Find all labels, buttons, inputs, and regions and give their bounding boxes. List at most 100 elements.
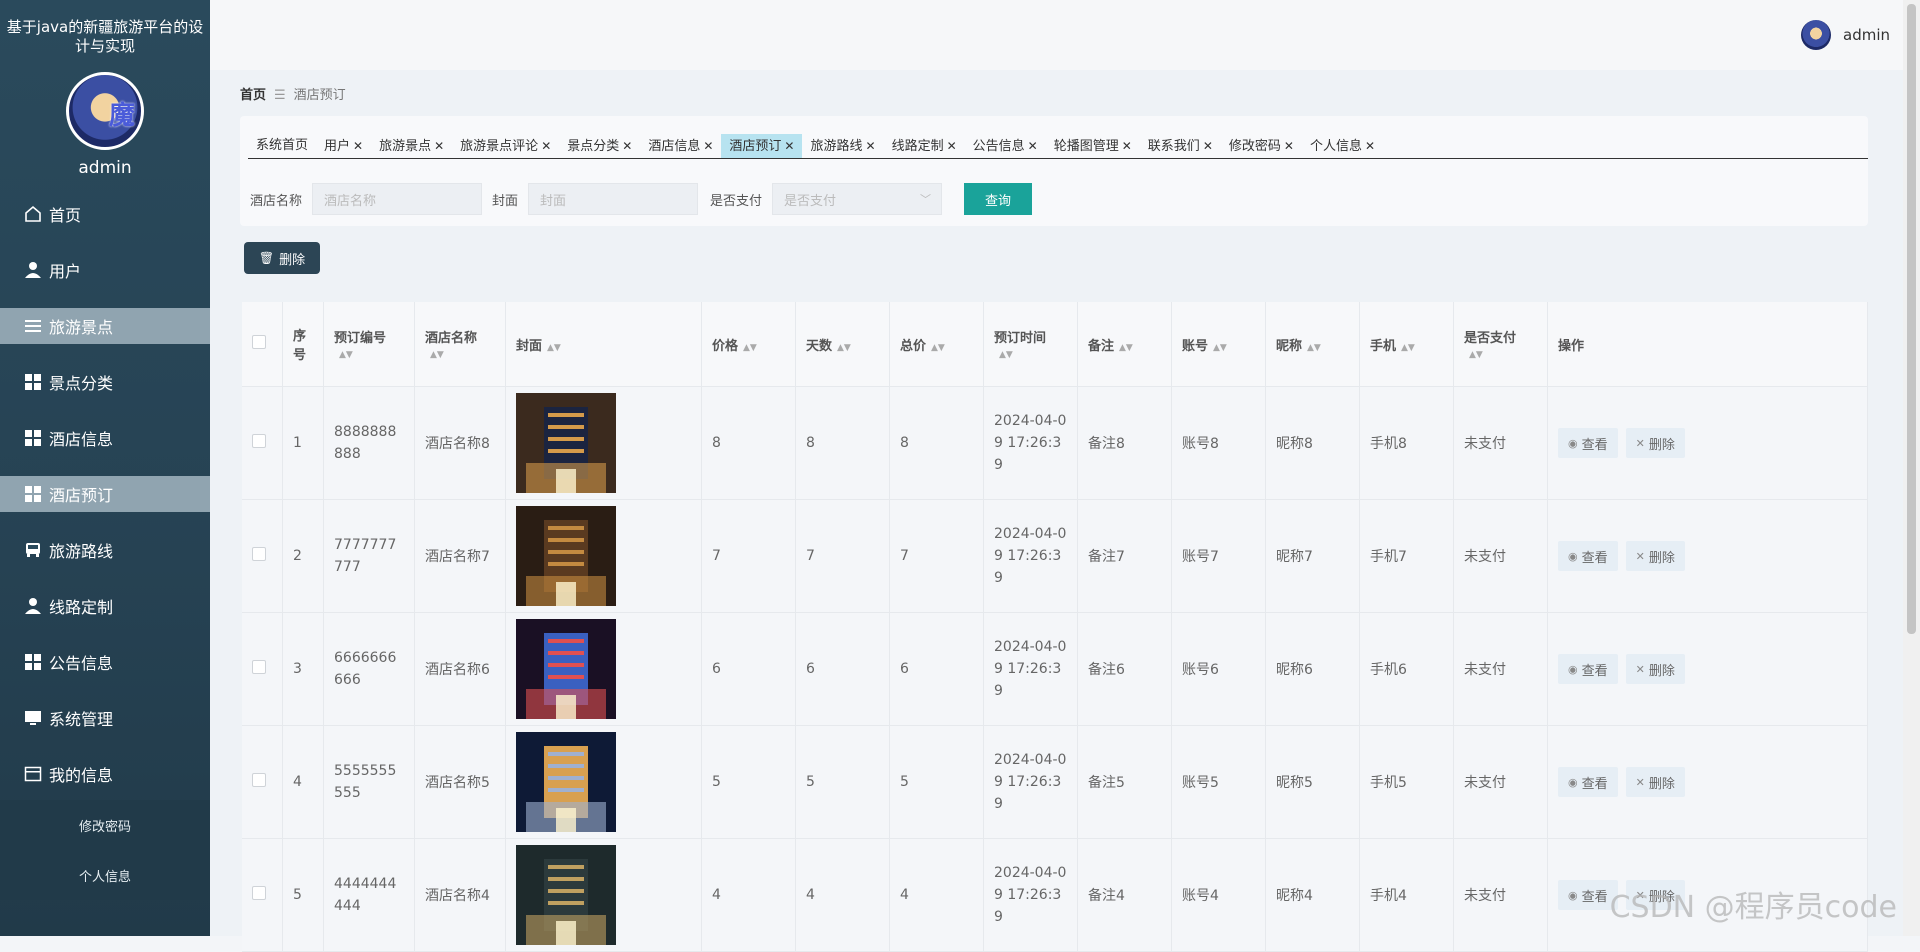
tab-hotel-booking[interactable]: 酒店预订 ✕ [721, 134, 803, 158]
hotel-cover-image[interactable] [516, 845, 616, 945]
close-icon[interactable]: ✕ [541, 139, 551, 153]
sidebar-item-routes[interactable]: 旅游路线 [0, 532, 210, 568]
close-icon[interactable]: ✕ [1122, 139, 1132, 153]
header-booking-code[interactable]: 预订编号 ▲▼ [323, 302, 415, 387]
row-select[interactable] [242, 725, 283, 839]
header-total[interactable]: 总价 ▲▼ [889, 302, 984, 387]
hotel-cover-image[interactable] [516, 732, 616, 832]
checkbox[interactable] [252, 335, 266, 349]
tab-carousel[interactable]: 轮播图管理 ✕ [1046, 134, 1140, 158]
sort-icon[interactable]: ▲▼ [1401, 343, 1415, 353]
close-icon[interactable]: ✕ [353, 139, 363, 153]
tab-personal-info[interactable]: 个人信息 ✕ [1302, 134, 1383, 158]
close-icon[interactable]: ✕ [622, 139, 632, 153]
sidebar-item-hotel-info[interactable]: 酒店信息 [0, 420, 210, 456]
hotel-name-input[interactable]: 酒店名称 [312, 183, 483, 215]
row-select[interactable] [242, 838, 283, 952]
avatar: 魔 [66, 72, 144, 150]
header-select-all[interactable] [242, 302, 283, 387]
header-cover[interactable]: 封面 ▲▼ [505, 302, 702, 387]
checkbox[interactable] [252, 886, 266, 900]
tab-contact[interactable]: 联系我们 ✕ [1140, 134, 1221, 158]
tab-categories[interactable]: 景点分类 ✕ [559, 134, 640, 158]
tab-notices[interactable]: 公告信息 ✕ [965, 134, 1046, 158]
tab-change-password[interactable]: 修改密码 ✕ [1221, 134, 1302, 158]
paid-select[interactable]: 是否支付 ﹀ [772, 183, 943, 215]
view-button[interactable]: ◉ 查看 [1558, 767, 1618, 797]
header-account[interactable]: 账号 ▲▼ [1171, 302, 1266, 387]
tab-attractions[interactable]: 旅游景点 ✕ [371, 134, 452, 158]
close-icon[interactable]: ✕ [947, 139, 957, 153]
sidebar-item-my-info[interactable]: 我的信息 [0, 756, 210, 792]
hotel-cover-image[interactable] [516, 393, 616, 493]
hotel-cover-image[interactable] [516, 619, 616, 719]
close-icon[interactable]: ✕ [784, 139, 794, 153]
delete-button[interactable]: ✕ 删除 [1625, 767, 1685, 797]
header-hotel-name[interactable]: 酒店名称 ▲▼ [414, 302, 506, 387]
sidebar-item-categories[interactable]: 景点分类 [0, 364, 210, 400]
close-icon[interactable]: ✕ [703, 139, 713, 153]
submenu-item-change-password[interactable]: 修改密码 [0, 800, 210, 850]
checkbox[interactable] [252, 660, 266, 674]
scrollbar-thumb[interactable] [1907, 4, 1916, 634]
sort-icon[interactable]: ▲▼ [1119, 343, 1133, 353]
sort-icon[interactable]: ▲▼ [339, 350, 353, 360]
header-note[interactable]: 备注 ▲▼ [1077, 302, 1172, 387]
sort-icon[interactable]: ▲▼ [1307, 343, 1321, 353]
tab-custom-route[interactable]: 线路定制 ✕ [884, 134, 965, 158]
breadcrumb-home[interactable]: 首页 [240, 88, 266, 103]
tab-users[interactable]: 用户 ✕ [316, 134, 371, 158]
hotel-cover-image[interactable] [516, 506, 616, 606]
checkbox[interactable] [252, 547, 266, 561]
row-select[interactable] [242, 499, 283, 613]
header-booking-time[interactable]: 预订时间 ▲▼ [983, 302, 1078, 387]
sort-icon[interactable]: ▲▼ [837, 343, 851, 353]
sort-icon[interactable]: ▲▼ [1213, 343, 1227, 353]
header-phone[interactable]: 手机 ▲▼ [1359, 302, 1454, 387]
view-label: 查看 [1581, 776, 1608, 792]
delete-button[interactable]: ✕ 删除 [1625, 541, 1685, 571]
close-icon[interactable]: ✕ [1284, 139, 1294, 153]
delete-button[interactable]: ✕ 删除 [1625, 428, 1685, 458]
tab-routes[interactable]: 旅游路线 ✕ [802, 134, 883, 158]
close-icon[interactable]: ✕ [434, 139, 444, 153]
sort-icon[interactable]: ▲▼ [1469, 350, 1483, 360]
sort-icon[interactable]: ▲▼ [547, 343, 561, 353]
checkbox[interactable] [252, 434, 266, 448]
row-select[interactable] [242, 612, 283, 726]
header-price[interactable]: 价格 ▲▼ [701, 302, 796, 387]
tab-hotel-info[interactable]: 酒店信息 ✕ [640, 134, 721, 158]
sidebar-item-notices[interactable]: 公告信息 [0, 644, 210, 680]
header-paid[interactable]: 是否支付 ▲▼ [1453, 302, 1548, 387]
tab-attraction-comments[interactable]: 旅游景点评论 ✕ [452, 134, 559, 158]
close-icon[interactable]: ✕ [1203, 139, 1213, 153]
delete-button[interactable]: ✕ 删除 [1625, 654, 1685, 684]
sidebar-item-users[interactable]: 用户 [0, 252, 210, 288]
sidebar-item-attractions[interactable]: 旅游景点 [0, 308, 210, 344]
cover-input[interactable]: 封面 [528, 183, 699, 215]
page-scrollbar[interactable] [1903, 0, 1920, 936]
sort-icon[interactable]: ▲▼ [430, 350, 444, 360]
sidebar-item-hotel-booking[interactable]: 酒店预订 [0, 476, 210, 512]
sort-icon[interactable]: ▲▼ [931, 343, 945, 353]
view-button[interactable]: ◉ 查看 [1558, 654, 1618, 684]
sidebar-item-system[interactable]: 系统管理 [0, 700, 210, 736]
query-button[interactable]: 查询 [964, 183, 1033, 215]
submenu-item-personal-info[interactable]: 个人信息 [0, 850, 210, 900]
user-menu[interactable]: admin [1801, 20, 1890, 50]
sort-icon[interactable]: ▲▼ [743, 343, 757, 353]
row-select[interactable] [242, 386, 283, 500]
sidebar-item-home[interactable]: 首页 [0, 196, 210, 232]
close-icon[interactable]: ✕ [1028, 139, 1038, 153]
sidebar-item-custom-route[interactable]: 线路定制 [0, 588, 210, 624]
close-icon[interactable]: ✕ [866, 139, 876, 153]
tab-system-home[interactable]: 系统首页 [248, 134, 316, 158]
view-button[interactable]: ◉ 查看 [1558, 428, 1618, 458]
batch-delete-button[interactable]: 🗑 删除 [244, 242, 320, 274]
close-icon[interactable]: ✕ [1365, 139, 1375, 153]
sort-icon[interactable]: ▲▼ [999, 350, 1013, 360]
header-nickname[interactable]: 昵称 ▲▼ [1265, 302, 1360, 387]
checkbox[interactable] [252, 773, 266, 787]
header-days[interactable]: 天数 ▲▼ [795, 302, 890, 387]
view-button[interactable]: ◉ 查看 [1558, 541, 1618, 571]
